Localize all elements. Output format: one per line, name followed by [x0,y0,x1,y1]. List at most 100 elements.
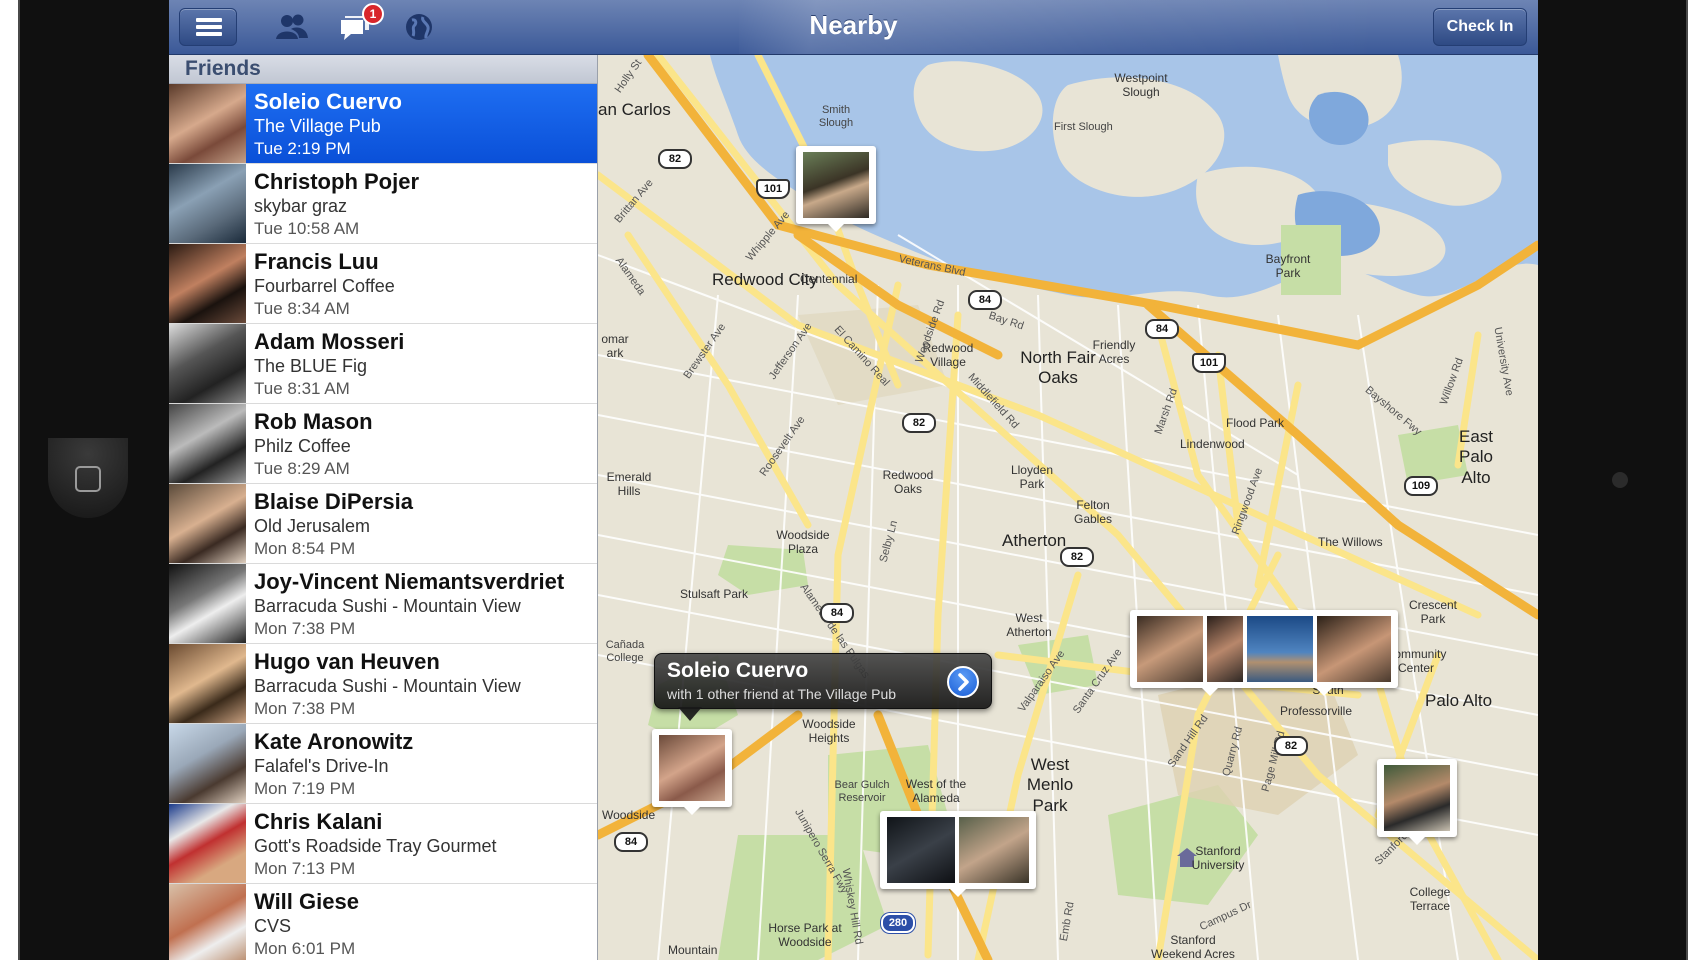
friend-name: Blaise DiPersia [254,489,413,514]
highway-shield-84-b: 84 [1145,319,1179,339]
highway-shield-101-b: 101 [1192,353,1226,373]
map-label-centennial: Centennial [800,272,858,286]
friend-place: Gott's Roadside Tray Gourmet [254,836,497,856]
map-label-first-slough: First Slough [1054,121,1113,133]
highway-shield-84-c: 84 [820,603,854,623]
highway-shield-109: 109 [1404,476,1438,496]
friend-row[interactable]: Will Giese CVS Mon 6:01 PM [169,884,597,960]
highway-shield-82: 82 [658,149,692,169]
friend-place: The Village Pub [254,116,381,136]
friend-photo [803,152,869,218]
map-label-bayfront-park: Bayfront Park [1265,252,1311,281]
friend-avatar [169,484,246,563]
friend-name: Adam Mosseri [254,329,405,354]
map-label-westpoint-slough: Westpoint Slough [1114,71,1168,100]
map-label-omar-ark: omar ark [601,332,629,361]
map-label-college-terrace: College Terrace [1409,885,1451,914]
map-pin-group-willows[interactable] [1130,610,1398,696]
map-label-the-willows: The Willows [1318,535,1383,549]
highway-shield-280: 280 [881,913,915,933]
friend-row[interactable]: Adam Mosseri The BLUE Fig Tue 8:31 AM [169,324,597,404]
friend-name: Francis Luu [254,249,379,274]
map-label-professorville: Professorville [1280,704,1353,718]
map-label-palo-alto: Palo Alto [1425,691,1493,710]
friend-row[interactable]: Christoph Pojer skybar graz Tue 10:58 AM [169,164,597,244]
highway-shield-101: 101 [756,179,790,199]
bezel-edge-left [18,0,20,960]
friend-place: Philz Coffee [254,436,351,456]
friend-rows: Soleio Cuervo The Village Pub Tue 2:19 PM C… [169,84,597,960]
check-in-button[interactable]: Check In [1433,8,1527,46]
friend-avatar [169,644,246,723]
friend-photo [1247,616,1313,682]
map-label-redwood-oaks: Redwood Oaks [882,468,934,497]
map-pin-group-stanford[interactable] [880,811,1036,897]
friend-row[interactable]: Rob Mason Philz Coffee Tue 8:29 AM [169,404,597,484]
friend-place: Barracuda Sushi - Mountain View [254,596,521,616]
map-label-mountain: Mountain [668,943,718,957]
friend-place: Old Jerusalem [254,516,371,536]
navigation-bar: 1 Nearby Check In [169,0,1538,55]
page-title: Nearby [809,10,898,40]
map-label-stanford-university: Stanford University [1191,844,1245,873]
map-label-felton-gables: Felton Gables [1073,498,1113,527]
friend-avatar [169,404,246,483]
map-label-smith-slough: Smith Slough [818,104,854,130]
map-label-canada-college: Cañada College [605,639,645,665]
map-pin-friend[interactable] [796,146,876,232]
map-label-san-carlos: an Carlos [598,100,671,119]
highway-shield-84-d: 84 [614,832,648,852]
callout-pointer [678,707,702,721]
friend-row[interactable]: Kate Aronowitz Falafel's Drive-In Mon 7:19… [169,724,597,804]
friend-name: Christoph Pojer [254,169,420,194]
friend-time: Mon 8:54 PM [254,539,356,558]
map-pin-soleio-cuervo[interactable] [652,729,732,815]
callout-disclosure-button[interactable] [947,666,979,698]
callout-friend-name: Soleio Cuervo [667,659,809,682]
highway-shield-84: 84 [968,290,1002,310]
disclosure-arrow-icon [958,673,969,691]
friend-photo [1384,765,1450,831]
map-label-lindenwood: Lindenwood [1180,437,1245,451]
friend-name: Kate Aronowitz [254,729,414,754]
map-label-woodside-heights: Woodside Heights [802,717,856,746]
friend-place: CVS [254,916,292,936]
friend-name: Joy-Vincent Niemantsverdriet [254,569,565,594]
friend-row[interactable]: Francis Luu Fourbarrel Coffee Tue 8:34 AM [169,244,597,324]
friend-time: Mon 7:19 PM [254,779,356,798]
map-label-west-menlo-park: West Menlo Park [1026,755,1074,815]
friend-photo [1207,616,1243,682]
friend-callout[interactable]: Soleio Cuervo with 1 other friend at The… [654,653,992,709]
friends-section-header: Friends [169,55,597,84]
friend-row[interactable]: Hugo van Heuven Barracuda Sushi - Mountai… [169,644,597,724]
map-label-stanford-weekend-acres: Stanford Weekend Acres [1151,933,1235,960]
friend-row[interactable]: Blaise DiPersia Old Jerusalem Mon 8:54 PM [169,484,597,564]
friend-name: Chris Kalani [254,809,383,834]
friend-time: Tue 8:34 AM [254,299,350,318]
friend-photo [1137,616,1203,682]
map-label-crescent-park: Crescent Park [1408,598,1458,627]
friend-photo [1317,616,1391,682]
map-label-west-atherton: West Atherton [1006,611,1052,640]
friend-photo [887,817,955,883]
map-label-east-palo-alto: East Palo Alto [1458,427,1494,487]
friend-row[interactable]: Joy-Vincent Niemantsverdriet Barracuda Su… [169,564,597,644]
map-view[interactable]: Redwood City North Fair Oaks Atherton Ea… [593,50,1538,960]
map-label-stulsaft-park: Stulsaft Park [680,587,749,601]
map-label-lloyden-park: Lloyden Park [1010,463,1054,492]
friend-photo [959,817,1029,883]
friend-time: Tue 8:31 AM [254,379,350,398]
friend-avatar [169,324,246,403]
friend-row[interactable]: Soleio Cuervo The Village Pub Tue 2:19 PM [169,84,597,164]
friend-place: The BLUE Fig [254,356,368,376]
friend-time: Mon 7:38 PM [254,619,356,638]
map-label-woodside-plaza: Woodside Plaza [776,528,830,557]
map-label-atherton: Atherton [1002,531,1067,550]
friend-time: Mon 6:01 PM [254,939,356,958]
map-pin-friend-palo-alto[interactable] [1377,759,1457,845]
friend-photo [659,735,725,801]
screen: 1 Nearby Check In Friends Soleio Cuervo T… [169,0,1538,960]
friend-row[interactable]: Chris Kalani Gott's Roadside Tray Gourmet… [169,804,597,884]
friend-place: Falafel's Drive-In [254,756,389,776]
friend-avatar [169,884,246,960]
